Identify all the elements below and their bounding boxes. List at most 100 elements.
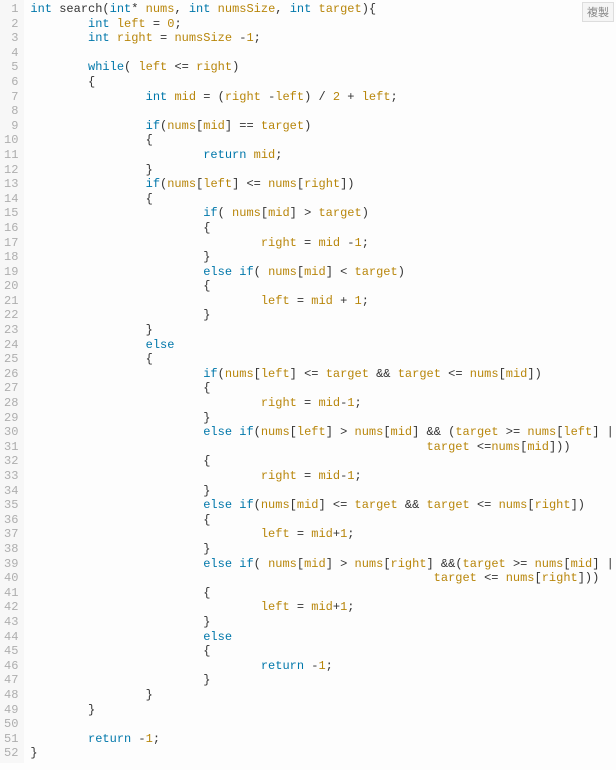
line-number: 5: [4, 60, 18, 75]
line-number: 50: [4, 717, 18, 732]
line-number: 16: [4, 221, 18, 236]
code-line: [30, 104, 616, 119]
code-line: }: [30, 673, 616, 688]
code-line: }: [30, 703, 616, 718]
line-number: 41: [4, 586, 18, 601]
code-line: else: [30, 338, 616, 353]
code-line: return mid;: [30, 148, 616, 163]
code-line: {: [30, 586, 616, 601]
line-number: 39: [4, 557, 18, 572]
line-number: 13: [4, 177, 18, 192]
line-number: 28: [4, 396, 18, 411]
line-number: 17: [4, 236, 18, 251]
code-line: left = mid+1;: [30, 600, 616, 615]
code-line: int right = numsSize -1;: [30, 31, 616, 46]
code-line: else if( nums[mid] < target): [30, 265, 616, 280]
line-number: 1: [4, 2, 18, 17]
code-line: if(nums[mid] == target): [30, 119, 616, 134]
code-line: {: [30, 381, 616, 396]
code-line: return -1;: [30, 732, 616, 747]
code-line: while( left <= right): [30, 60, 616, 75]
code-line: else if(nums[left] > nums[mid] && (targe…: [30, 425, 616, 440]
code-line: }: [30, 411, 616, 426]
code-line: }: [30, 542, 616, 557]
line-number: 6: [4, 75, 18, 90]
line-number: 45: [4, 644, 18, 659]
line-number: 46: [4, 659, 18, 674]
line-number: 51: [4, 732, 18, 747]
line-number: 24: [4, 338, 18, 353]
code-line: if(nums[left] <= target && target <= num…: [30, 367, 616, 382]
code-line: right = mid -1;: [30, 236, 616, 251]
line-number: 10: [4, 133, 18, 148]
code-line: {: [30, 454, 616, 469]
code-line: }: [30, 308, 616, 323]
line-number: 22: [4, 308, 18, 323]
code-line: }: [30, 484, 616, 499]
code-line: else if( nums[mid] > nums[right] &&(targ…: [30, 557, 616, 572]
code-line: else: [30, 630, 616, 645]
code-line: right = mid-1;: [30, 469, 616, 484]
code-line: }: [30, 250, 616, 265]
line-number: 43: [4, 615, 18, 630]
code-content: int search(int* nums, int numsSize, int …: [24, 0, 616, 763]
line-number: 44: [4, 630, 18, 645]
line-number: 20: [4, 279, 18, 294]
line-number: 18: [4, 250, 18, 265]
code-line: right = mid-1;: [30, 396, 616, 411]
line-number: 15: [4, 206, 18, 221]
code-line: }: [30, 615, 616, 630]
code-line: int mid = (right -left) / 2 + left;: [30, 90, 616, 105]
line-number: 52: [4, 746, 18, 761]
line-number: 12: [4, 163, 18, 178]
line-number: 14: [4, 192, 18, 207]
code-line: return -1;: [30, 659, 616, 674]
line-number: 48: [4, 688, 18, 703]
line-number: 47: [4, 673, 18, 688]
copy-button[interactable]: 複製: [582, 2, 614, 22]
line-number: 2: [4, 17, 18, 32]
code-line: {: [30, 644, 616, 659]
line-number: 38: [4, 542, 18, 557]
code-line: [30, 46, 616, 61]
code-line: if( nums[mid] > target): [30, 206, 616, 221]
line-number: 31: [4, 440, 18, 455]
code-line: {: [30, 133, 616, 148]
line-number: 19: [4, 265, 18, 280]
code-line: target <=nums[mid])): [30, 440, 616, 455]
line-number: 3: [4, 31, 18, 46]
code-line: target <= nums[right])): [30, 571, 616, 586]
line-number: 25: [4, 352, 18, 367]
line-number: 21: [4, 294, 18, 309]
code-line: if(nums[left] <= nums[right]): [30, 177, 616, 192]
line-number: 35: [4, 498, 18, 513]
line-number: 30: [4, 425, 18, 440]
code-line: [30, 717, 616, 732]
line-number-gutter: 1234567891011121314151617181920212223242…: [0, 0, 24, 763]
code-line: int search(int* nums, int numsSize, int …: [30, 2, 616, 17]
line-number: 49: [4, 703, 18, 718]
line-number: 37: [4, 527, 18, 542]
code-line: {: [30, 192, 616, 207]
code-line: }: [30, 688, 616, 703]
code-block: 1234567891011121314151617181920212223242…: [0, 0, 616, 763]
line-number: 40: [4, 571, 18, 586]
line-number: 11: [4, 148, 18, 163]
line-number: 26: [4, 367, 18, 382]
line-number: 27: [4, 381, 18, 396]
code-line: }: [30, 323, 616, 338]
line-number: 34: [4, 484, 18, 499]
line-number: 9: [4, 119, 18, 134]
code-line: {: [30, 221, 616, 236]
code-line: {: [30, 513, 616, 528]
line-number: 7: [4, 90, 18, 105]
code-line: left = mid + 1;: [30, 294, 616, 309]
code-line: {: [30, 75, 616, 90]
code-line: }: [30, 746, 616, 761]
line-number: 36: [4, 513, 18, 528]
line-number: 4: [4, 46, 18, 61]
line-number: 23: [4, 323, 18, 338]
code-line: }: [30, 163, 616, 178]
line-number: 32: [4, 454, 18, 469]
code-line: else if(nums[mid] <= target && target <=…: [30, 498, 616, 513]
